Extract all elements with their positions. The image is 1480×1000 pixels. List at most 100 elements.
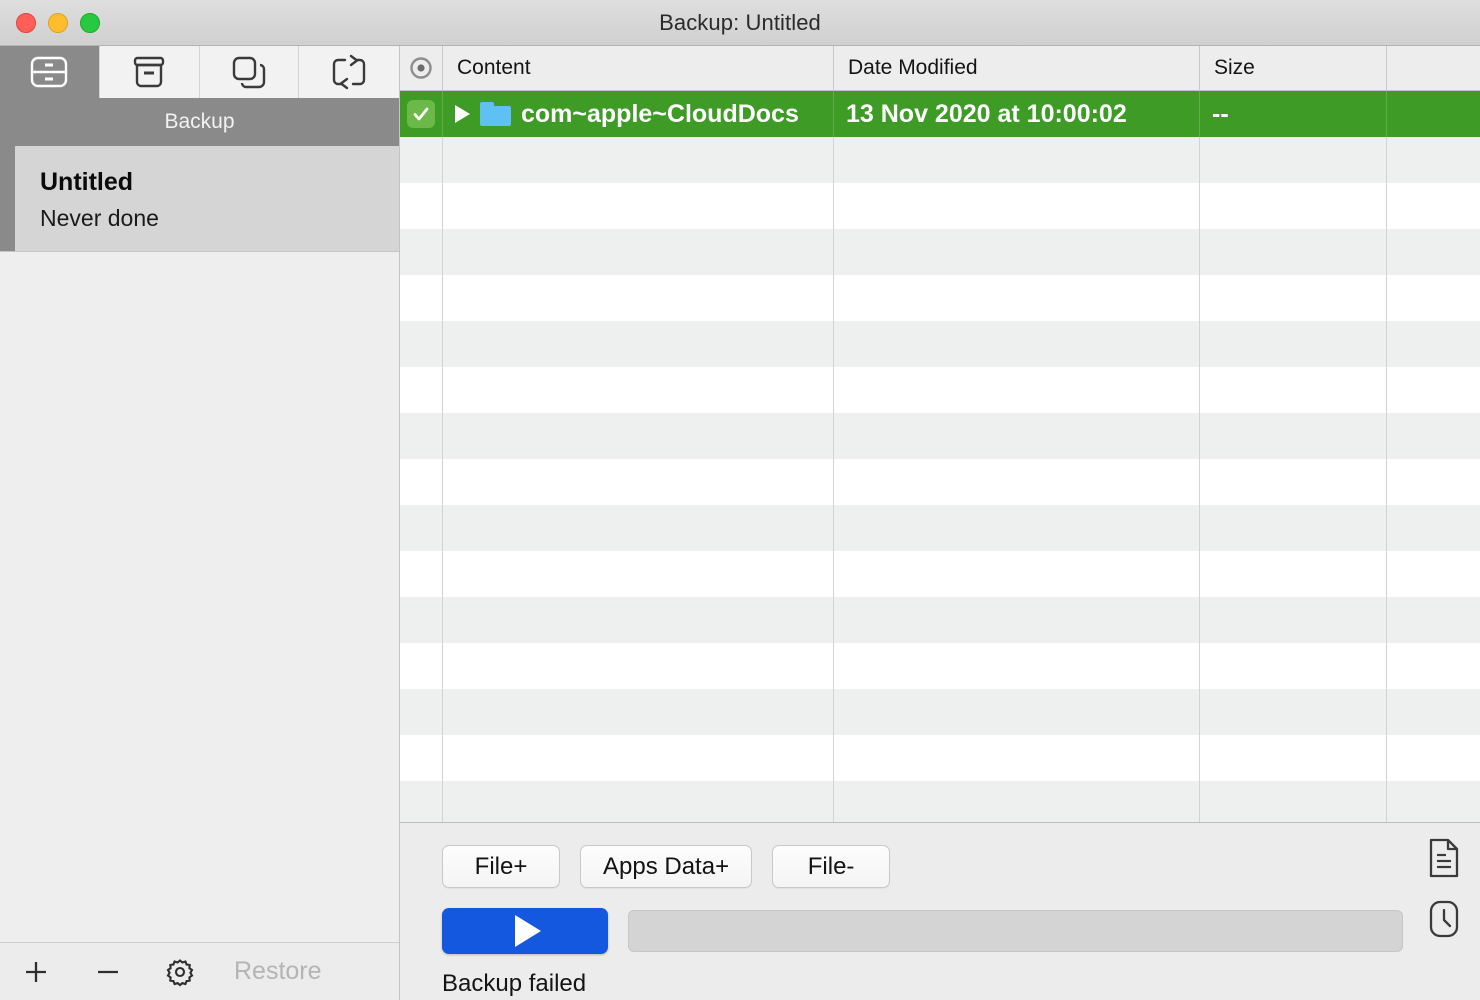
settings-button[interactable] — [144, 956, 216, 988]
run-backup-button[interactable] — [442, 908, 608, 954]
column-header-check[interactable] — [400, 46, 443, 90]
empty-cell — [834, 505, 1200, 551]
remove-job-button[interactable] — [72, 957, 144, 987]
log-document-icon[interactable] — [1426, 837, 1462, 884]
empty-cell — [1387, 459, 1480, 505]
drive-cabinet-icon — [29, 54, 69, 90]
plus-icon — [21, 957, 51, 987]
empty-cell — [1200, 689, 1387, 735]
table-row-empty[interactable] — [400, 551, 1480, 597]
table-row-empty[interactable] — [400, 597, 1480, 643]
tab-archive[interactable] — [100, 46, 200, 98]
empty-cell — [1200, 367, 1387, 413]
empty-cell — [834, 689, 1200, 735]
job-status: Never done — [40, 202, 399, 235]
sync-arrows-icon — [329, 54, 369, 90]
column-header-extra[interactable] — [1387, 46, 1480, 90]
status-text: Backup failed — [400, 954, 1480, 998]
empty-cell — [443, 413, 834, 459]
empty-cell — [834, 137, 1200, 183]
empty-cell — [1200, 229, 1387, 275]
empty-cell — [400, 229, 443, 275]
empty-cell — [834, 275, 1200, 321]
table-row-empty[interactable] — [400, 367, 1480, 413]
empty-cell — [443, 367, 834, 413]
empty-cell — [1200, 643, 1387, 689]
empty-cell — [1387, 597, 1480, 643]
column-header-date[interactable]: Date Modified — [834, 46, 1200, 90]
empty-cell — [1200, 137, 1387, 183]
table-row[interactable]: com~apple~CloudDocs 13 Nov 2020 at 10:00… — [400, 91, 1480, 137]
column-header-size[interactable]: Size — [1200, 46, 1387, 90]
row-checkbox[interactable] — [400, 91, 443, 137]
app-window: Backup: Untitled — [0, 0, 1480, 1000]
empty-cell — [443, 229, 834, 275]
add-file-button[interactable]: File+ — [442, 845, 560, 888]
empty-cell — [834, 597, 1200, 643]
row-content-label: com~apple~CloudDocs — [521, 100, 799, 129]
empty-cell — [834, 781, 1200, 823]
list-item[interactable]: Untitled Never done — [0, 146, 399, 252]
tab-clone[interactable] — [200, 46, 300, 98]
empty-cell — [400, 413, 443, 459]
job-list: Untitled Never done — [0, 146, 399, 942]
tab-sync[interactable] — [299, 46, 399, 98]
table-row-empty[interactable] — [400, 229, 1480, 275]
empty-cell — [400, 735, 443, 781]
row-size-label: -- — [1212, 100, 1229, 129]
empty-cell — [1200, 321, 1387, 367]
gear-icon — [164, 956, 196, 988]
table-row-empty[interactable] — [400, 735, 1480, 781]
target-record-icon — [408, 55, 434, 81]
empty-cell — [1200, 551, 1387, 597]
table-row-empty[interactable] — [400, 413, 1480, 459]
table-row-empty[interactable] — [400, 183, 1480, 229]
empty-cell — [443, 137, 834, 183]
table-row-empty[interactable] — [400, 643, 1480, 689]
empty-cell — [443, 459, 834, 505]
empty-cell — [443, 505, 834, 551]
empty-rows-container — [400, 137, 1480, 823]
empty-cell — [400, 505, 443, 551]
empty-cell — [834, 183, 1200, 229]
checkbox-checked-icon — [407, 100, 435, 128]
history-clock-icon[interactable] — [1426, 898, 1462, 945]
table-row-empty[interactable] — [400, 137, 1480, 183]
disclosure-triangle-icon[interactable] — [455, 105, 470, 123]
empty-cell — [1387, 735, 1480, 781]
empty-cell — [834, 413, 1200, 459]
add-job-button[interactable] — [0, 957, 72, 987]
empty-cell — [400, 689, 443, 735]
empty-cell — [834, 643, 1200, 689]
empty-cell — [443, 689, 834, 735]
remove-file-button[interactable]: File- — [772, 845, 890, 888]
column-header-content[interactable]: Content — [443, 46, 834, 90]
empty-cell — [1387, 137, 1480, 183]
table-row-empty[interactable] — [400, 275, 1480, 321]
window-body: Backup Untitled Never done — [0, 46, 1480, 1000]
sidebar-section-title: Backup — [0, 98, 399, 146]
tab-backup[interactable] — [0, 46, 100, 98]
blue-folder-icon — [480, 102, 511, 126]
clone-squares-icon — [229, 54, 269, 90]
empty-cell — [400, 183, 443, 229]
table-row-empty[interactable] — [400, 781, 1480, 823]
add-apps-data-button[interactable]: Apps Data+ — [580, 845, 752, 888]
row-size-cell: -- — [1200, 91, 1387, 137]
table-row-empty[interactable] — [400, 459, 1480, 505]
empty-cell — [1387, 229, 1480, 275]
empty-cell — [834, 459, 1200, 505]
empty-cell — [1200, 505, 1387, 551]
table-row-empty[interactable] — [400, 321, 1480, 367]
action-button-row: File+ Apps Data+ File- — [400, 845, 1480, 888]
row-content-cell[interactable]: com~apple~CloudDocs — [443, 91, 834, 137]
table-row-empty[interactable] — [400, 505, 1480, 551]
title-bar: Backup: Untitled — [0, 0, 1480, 46]
restore-button[interactable]: Restore — [234, 957, 322, 986]
table-row-empty[interactable] — [400, 689, 1480, 735]
empty-cell — [1387, 643, 1480, 689]
table-header: Content Date Modified Size — [400, 46, 1480, 91]
empty-cell — [1387, 551, 1480, 597]
empty-cell — [834, 735, 1200, 781]
empty-cell — [443, 551, 834, 597]
